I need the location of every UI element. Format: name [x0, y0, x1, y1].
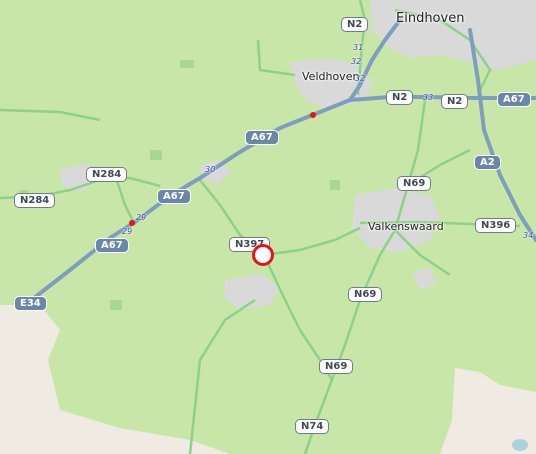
road-shield-n2: N2	[341, 17, 369, 32]
junction-number: 32	[355, 74, 366, 83]
road-shield-n69: N69	[397, 176, 432, 191]
road-shield-n2: N2	[386, 90, 414, 105]
road-shield-a67: A67	[497, 92, 531, 107]
road-shield-e34: E34	[14, 296, 47, 311]
map-view[interactable]: Eindhoven Veldhoven Valkenswaard N2 N2 N…	[0, 0, 536, 454]
junction-number: 30	[205, 165, 216, 174]
junction-number: 29	[122, 227, 133, 236]
place-label-veldhoven: Veldhoven	[302, 70, 360, 83]
water	[512, 439, 528, 451]
junction-number: 29	[136, 213, 147, 222]
road-shield-n284: N284	[86, 167, 128, 182]
place-label-valkenswaard: Valkenswaard	[368, 220, 444, 233]
road-shield-a67: A67	[245, 130, 279, 145]
road-shield-n69: N69	[319, 359, 354, 374]
junction-number: 34	[523, 231, 534, 240]
junction-number: 33	[423, 93, 434, 102]
map-background	[0, 0, 536, 454]
road-shield-n2: N2	[441, 94, 469, 109]
road-shield-n396: N396	[475, 218, 517, 233]
road-shield-n74: N74	[295, 419, 330, 434]
road-shield-a2: A2	[474, 155, 501, 170]
road-shield-a67: A67	[157, 189, 191, 204]
location-marker-icon[interactable]	[252, 244, 274, 266]
junction-dot	[129, 220, 135, 226]
road-shield-a67: A67	[95, 238, 129, 253]
road-shield-n69: N69	[348, 287, 383, 302]
junction-dot	[310, 112, 316, 118]
place-label-eindhoven: Eindhoven	[396, 11, 465, 26]
junction-number: 31	[353, 43, 364, 52]
junction-number: 32	[351, 57, 362, 66]
road-shield-n284: N284	[14, 193, 56, 208]
